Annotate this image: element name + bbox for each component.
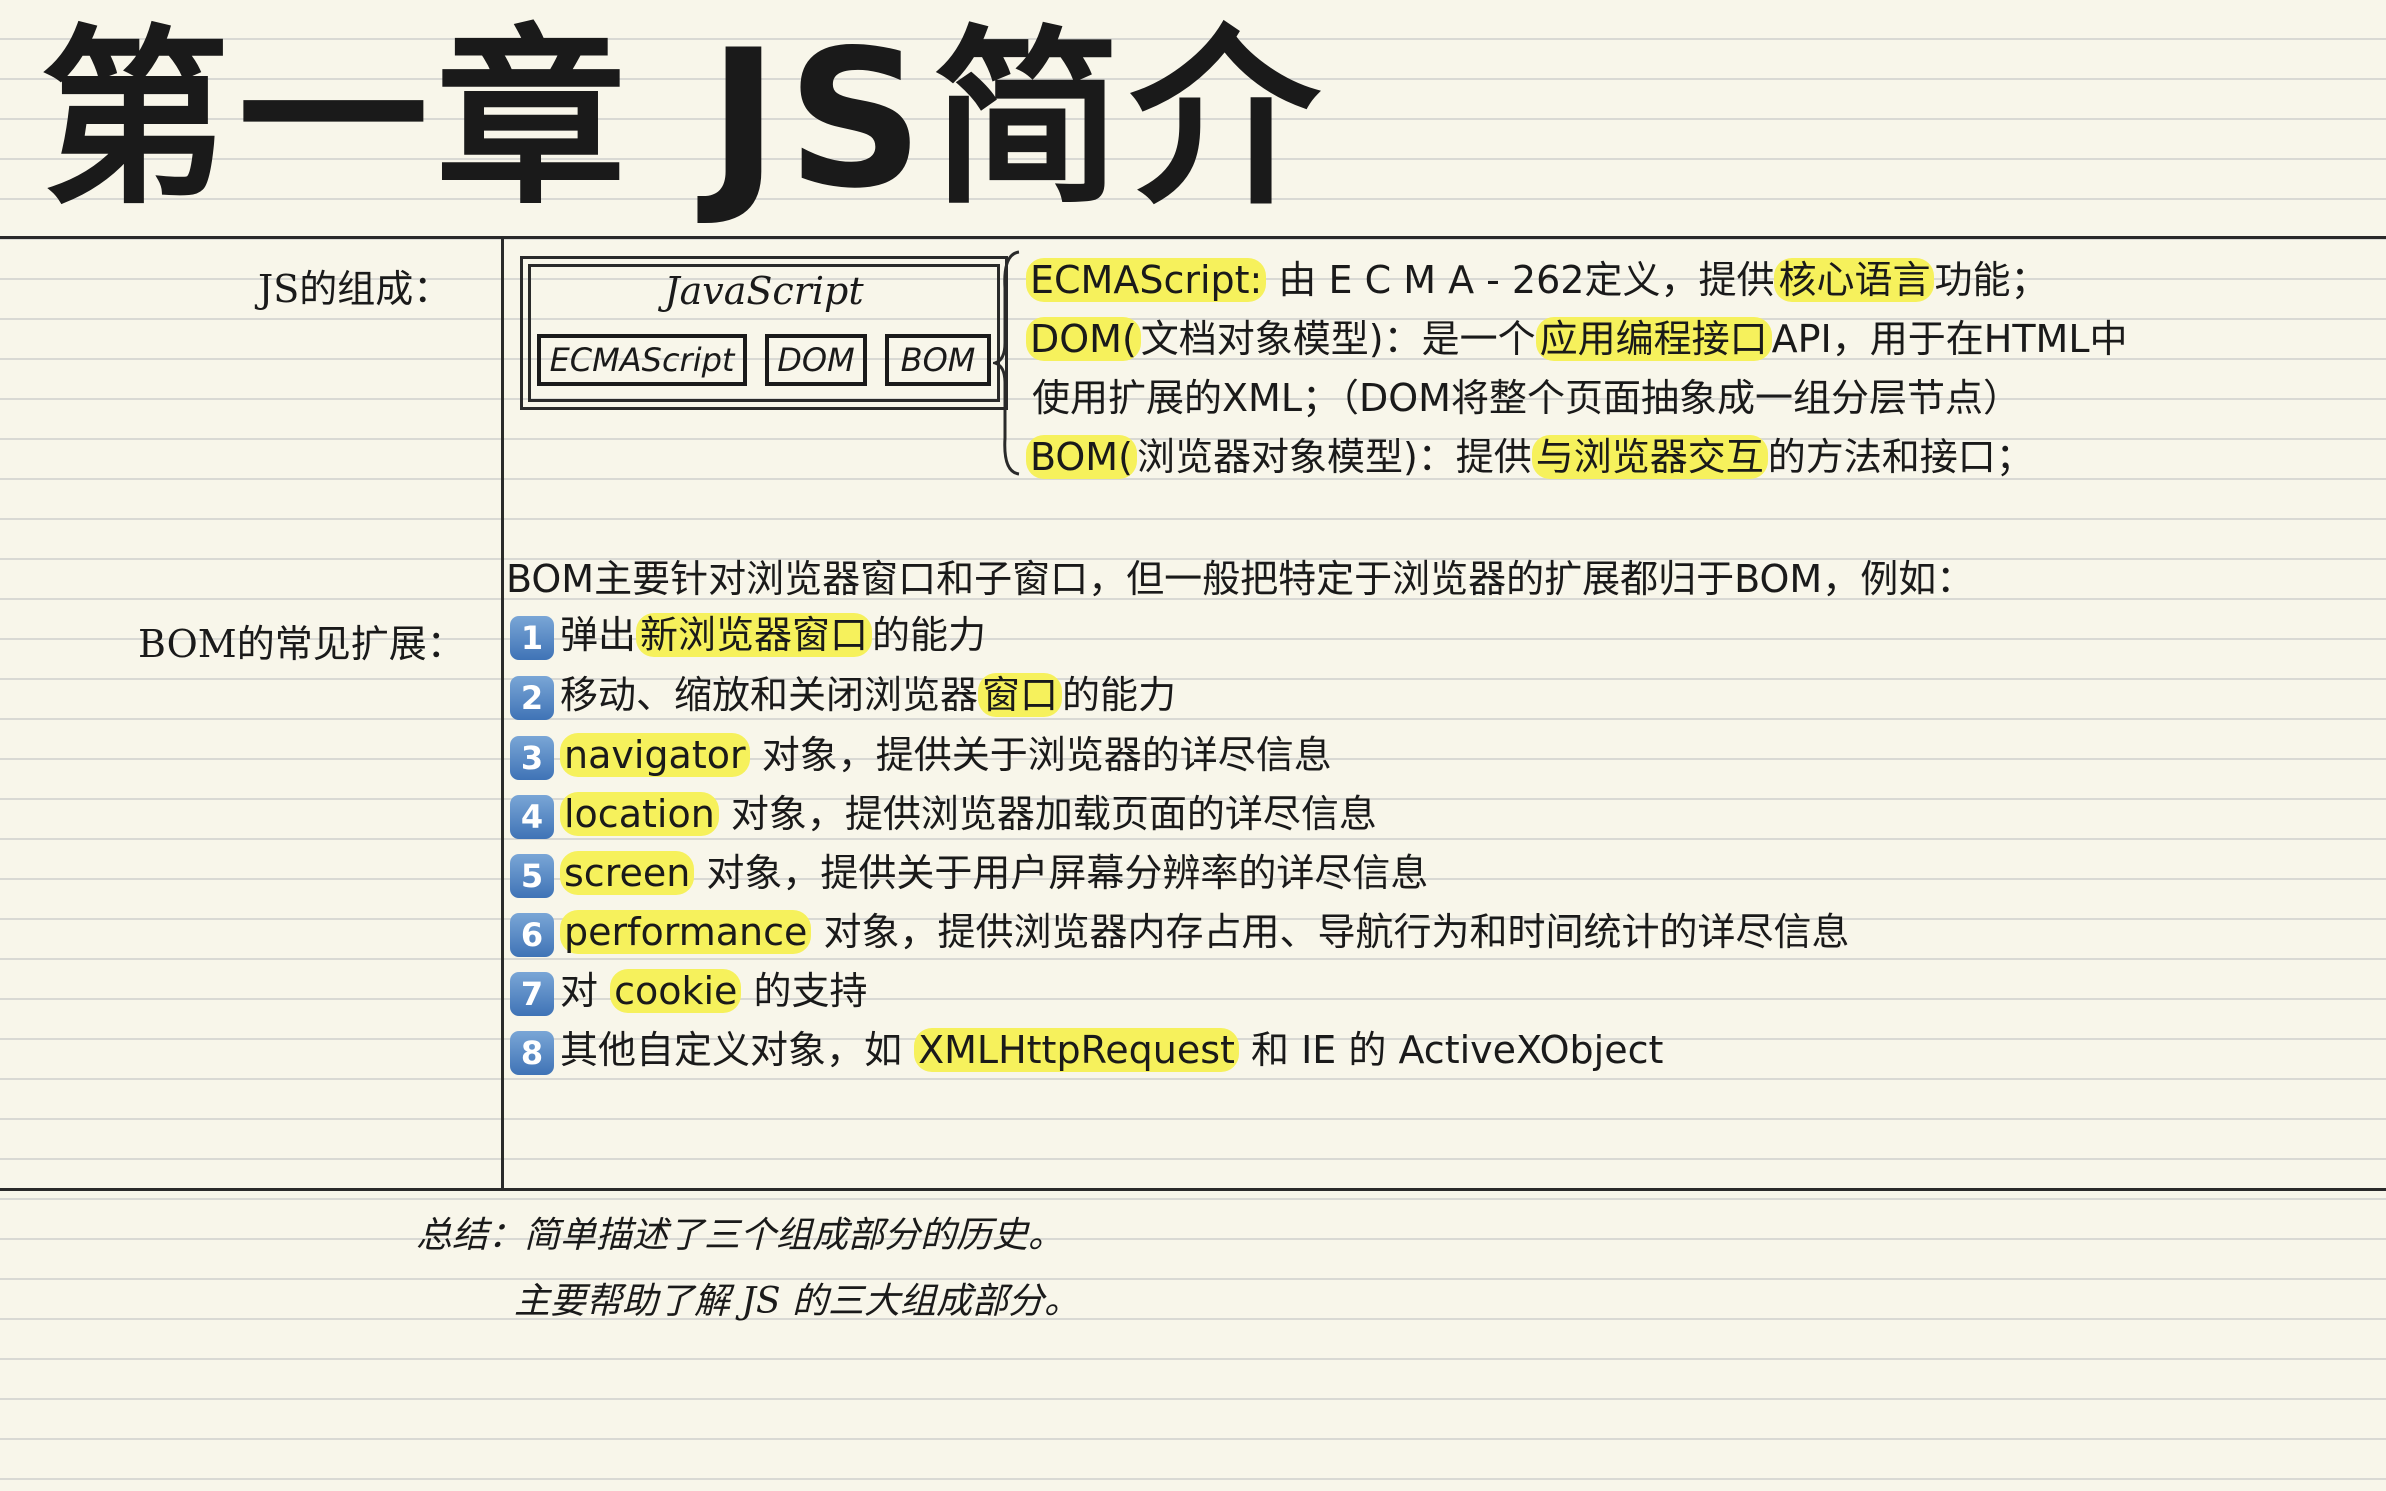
dom-continuation-line: 使用扩展的XML；（DOM将整个页面抽象成一组分层节点） <box>1032 370 2021 426</box>
number-3-icon: 3 <box>510 735 554 780</box>
item-4-post: 对象，提供浏览器加载页面的详尽信息 <box>718 792 1377 836</box>
margin-line <box>501 236 504 1191</box>
dom-highlight-2: 应用编程接口 <box>1535 317 1772 361</box>
bom-extensions-label: BOM的常见扩展： <box>138 622 465 666</box>
js-composition-label: JS的组成： <box>258 267 452 311</box>
number-8-icon: 8 <box>510 1030 554 1075</box>
ecmascript-line: ECMAScript: 由 E C M A - 262定义，提供 核心语言 功能； <box>1026 252 2049 308</box>
item-1-highlight: 新浏览器窗口 <box>636 613 873 657</box>
javascript-diagram: JavaScript ECMAScript DOM BOM <box>520 256 1008 410</box>
ecmascript-highlight-2: 核心语言 <box>1774 258 1935 302</box>
diagram-box-ecmascript: ECMAScript <box>537 334 747 386</box>
item-7-post: 的支持 <box>741 969 868 1013</box>
number-1-icon: 1 <box>510 615 554 660</box>
ecmascript-highlight: ECMAScript: <box>1026 258 1267 302</box>
item-5-highlight: screen <box>560 851 695 895</box>
summary-label: 总结： <box>416 1215 525 1256</box>
page-title: 第一章 JS简介 <box>40 9 1328 230</box>
list-item: 5 screen 对象，提供关于用户屏幕分辨率的详尽信息 <box>510 845 1428 901</box>
dom-line: DOM(文档对象模型)：是一个 应用编程接口 API，用于在HTML中 <box>1026 311 2128 367</box>
diagram-box-dom: DOM <box>765 334 867 386</box>
item-2-highlight: 窗口 <box>978 673 1063 717</box>
item-2-post: 的能力 <box>1062 673 1177 717</box>
list-item: 4 location 对象，提供浏览器加载页面的详尽信息 <box>510 786 1377 842</box>
dom-text: 文档对象模型)：是一个 <box>1140 317 1536 361</box>
bom-tail: 的方法和接口； <box>1767 435 2034 479</box>
number-5-icon: 5 <box>510 853 554 898</box>
curly-brace-icon <box>993 250 1020 476</box>
item-6-highlight: performance <box>560 910 812 954</box>
list-item: 7对 cookie 的支持 <box>510 963 868 1019</box>
section-divider <box>0 1188 2386 1191</box>
bom-intro: BOM主要针对浏览器窗口和子窗口，但一般把特定于浏览器的扩展都归于BOM，例如： <box>506 557 1975 601</box>
item-2-pre: 移动、缩放和关闭浏览器 <box>560 673 979 717</box>
bom-text: 浏览器对象模型)：提供 <box>1136 435 1532 479</box>
dom-highlight: DOM( <box>1026 317 1141 361</box>
bom-highlight-2: 与浏览器交互 <box>1531 435 1768 479</box>
summary-text-1: 简单描述了三个组成部分的历史。 <box>524 1215 1065 1256</box>
number-7-icon: 7 <box>510 971 554 1016</box>
number-6-icon: 6 <box>510 912 554 957</box>
item-3-highlight: navigator <box>560 733 750 777</box>
summary-line-2: 主要帮助了解 JS 的三大组成部分。 <box>514 1281 1080 1322</box>
item-8-highlight: XMLHttpRequest <box>914 1028 1239 1072</box>
list-item: 1 弹出 新浏览器窗口 的能力 <box>510 607 986 663</box>
item-1-pre: 弹出 <box>560 613 637 657</box>
diagram-box-bom: BOM <box>885 334 991 386</box>
list-item: 3 navigator 对象，提供关于浏览器的详尽信息 <box>510 727 1332 783</box>
title-divider <box>0 236 2386 239</box>
list-item: 6 performance 对象，提供浏览器内存占用、导航行为和时间统计的详尽信息 <box>510 904 1849 960</box>
ecmascript-tail: 功能； <box>1934 258 2049 302</box>
item-5-post: 对象，提供关于用户屏幕分辨率的详尽信息 <box>694 851 1429 895</box>
number-2-icon: 2 <box>510 675 554 720</box>
dom-continuation-text: 使用扩展的XML；（DOM将整个页面抽象成一组分层节点） <box>1032 376 2021 420</box>
bom-line: BOM(浏览器对象模型)：提供 与浏览器交互 的方法和接口； <box>1026 429 2034 485</box>
item-8-pre: 其他自定义对象，如 <box>560 1028 915 1072</box>
item-7-highlight: cookie <box>610 969 742 1013</box>
list-item: 2 移动、缩放和关闭浏览器 窗口 的能力 <box>510 667 1176 723</box>
item-4-highlight: location <box>560 792 719 836</box>
diagram-javascript-label: JavaScript <box>664 269 864 313</box>
item-7-pre: 对 <box>560 969 611 1013</box>
ecmascript-text: 由 E C M A - 262定义，提供 <box>1266 258 1775 302</box>
item-1-post: 的能力 <box>872 613 987 657</box>
item-8-post: 和 IE 的 ActiveXObject <box>1238 1028 1664 1072</box>
dom-tail: API，用于在HTML中 <box>1771 317 2128 361</box>
item-3-post: 对象，提供关于浏览器的详尽信息 <box>749 733 1332 777</box>
item-6-post: 对象，提供浏览器内存占用、导航行为和时间统计的详尽信息 <box>811 910 1850 954</box>
bom-highlight: BOM( <box>1026 435 1137 479</box>
summary-line-1: 总结：简单描述了三个组成部分的历史。 <box>416 1206 1064 1258</box>
number-4-icon: 4 <box>510 794 554 839</box>
list-item: 8 其他自定义对象，如 XMLHttpRequest 和 IE 的 ActiveX… <box>510 1022 1663 1078</box>
